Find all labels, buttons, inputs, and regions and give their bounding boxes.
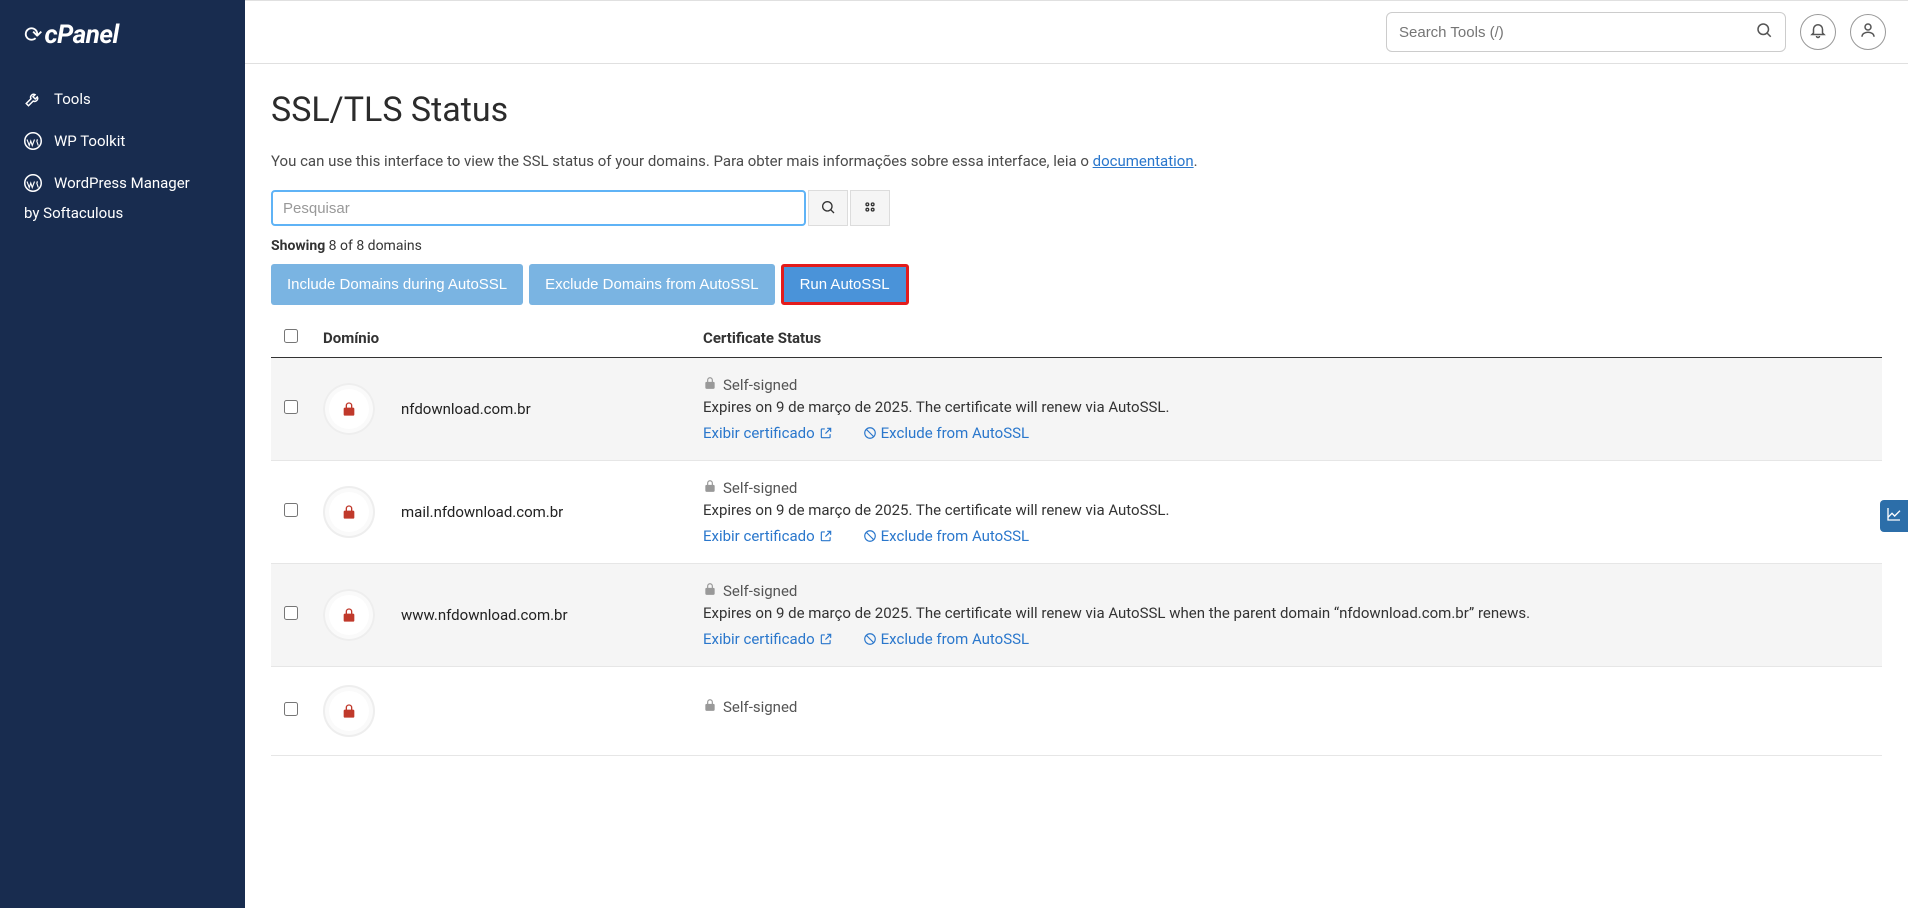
- table-row: www.nfdownload.com.br Self-signed Expire…: [271, 564, 1882, 667]
- expires-text: Expires on 9 de março de 2025. The certi…: [703, 501, 1870, 519]
- lock-icon: [703, 479, 717, 497]
- view-certificate-link[interactable]: Exibir certificado: [703, 424, 833, 442]
- notifications-button[interactable]: [1800, 14, 1836, 50]
- row-checkbox[interactable]: [284, 503, 298, 517]
- domain-name: nfdownload.com.br: [401, 400, 531, 418]
- col-status: Certificate Status: [691, 319, 1882, 358]
- logo-text: cPanel: [44, 20, 118, 50]
- content: SSL/TLS Status You can use this interfac…: [245, 64, 1908, 908]
- chart-icon: [1886, 506, 1902, 526]
- include-domains-button[interactable]: Include Domains during AutoSSL: [271, 264, 523, 305]
- gear-icon: [862, 199, 878, 218]
- filter-row: [271, 190, 1882, 226]
- status-badge: Self-signed: [723, 376, 797, 394]
- exclude-autossl-link[interactable]: Exclude from AutoSSL: [863, 630, 1029, 648]
- search-icon: [820, 199, 836, 218]
- status-badge: Self-signed: [723, 479, 797, 497]
- row-checkbox[interactable]: [284, 606, 298, 620]
- showing-text: Showing 8 of 8 domains: [271, 238, 1882, 254]
- expires-text: Expires on 9 de março de 2025. The certi…: [703, 604, 1870, 622]
- nav-label: WordPress Manager: [54, 174, 190, 192]
- table-row: nfdownload.com.br Self-signed Expires on…: [271, 358, 1882, 461]
- row-checkbox[interactable]: [284, 400, 298, 414]
- header-search[interactable]: [1386, 12, 1786, 52]
- filter-settings-button[interactable]: [850, 190, 890, 226]
- exclude-domains-button[interactable]: Exclude Domains from AutoSSL: [529, 264, 774, 305]
- wordpress-icon: [24, 174, 42, 192]
- col-domain: Domínio: [311, 319, 691, 358]
- select-all-checkbox[interactable]: [284, 329, 298, 343]
- view-certificate-link[interactable]: Exibir certificado: [703, 527, 833, 545]
- showing-count: 8 of 8 domains: [325, 238, 422, 254]
- user-icon: [1859, 21, 1877, 43]
- nav-label: WP Toolkit: [54, 132, 125, 150]
- nav: Tools WP Toolkit WordPress Manager by So…: [0, 70, 245, 238]
- nav-sublabel: by Softaculous: [24, 192, 221, 222]
- expires-text: Expires on 9 de março de 2025. The certi…: [703, 398, 1870, 416]
- page-title: SSL/TLS Status: [271, 90, 1882, 130]
- lock-icon: [323, 685, 375, 737]
- domain-name: mail.nfdownload.com.br: [401, 503, 563, 521]
- tools-icon: [24, 90, 42, 108]
- main: SSL/TLS Status You can use this interfac…: [245, 0, 1908, 908]
- documentation-link[interactable]: documentation: [1093, 152, 1194, 170]
- domains-table: Domínio Certificate Status nfdownload.co…: [271, 319, 1882, 756]
- search-icon: [1755, 21, 1773, 43]
- row-checkbox[interactable]: [284, 702, 298, 716]
- lock-icon: [323, 486, 375, 538]
- nav-label: Tools: [54, 90, 91, 108]
- table-row: Self-signed: [271, 667, 1882, 756]
- table-row: mail.nfdownload.com.br Self-signed Expir…: [271, 461, 1882, 564]
- lock-icon: [703, 582, 717, 600]
- sidebar: ⟳cPanel Tools WP Toolkit Wo: [0, 0, 245, 908]
- col-checkbox: [271, 319, 311, 358]
- run-autossl-button[interactable]: Run AutoSSL: [781, 264, 909, 305]
- lock-icon: [703, 698, 717, 716]
- view-certificate-link[interactable]: Exibir certificado: [703, 630, 833, 648]
- exclude-autossl-link[interactable]: Exclude from AutoSSL: [863, 527, 1029, 545]
- lock-icon: [703, 376, 717, 394]
- intro-text: You can use this interface to view the S…: [271, 152, 1882, 170]
- stats-tab[interactable]: [1880, 500, 1908, 532]
- filter-search-button[interactable]: [808, 190, 848, 226]
- header: [245, 0, 1908, 64]
- showing-label: Showing: [271, 238, 325, 254]
- status-badge: Self-signed: [723, 698, 797, 716]
- status-badge: Self-signed: [723, 582, 797, 600]
- action-buttons: Include Domains during AutoSSL Exclude D…: [271, 264, 1882, 305]
- filter-input[interactable]: [271, 190, 806, 226]
- exclude-autossl-link[interactable]: Exclude from AutoSSL: [863, 424, 1029, 442]
- lock-icon: [323, 589, 375, 641]
- intro-pre: You can use this interface to view the S…: [271, 152, 1093, 170]
- account-button[interactable]: [1850, 14, 1886, 50]
- sidebar-item-tools[interactable]: Tools: [0, 78, 245, 120]
- bell-icon: [1809, 21, 1827, 43]
- logo: ⟳cPanel: [0, 0, 245, 70]
- intro-post: .: [1194, 152, 1198, 170]
- sidebar-item-wp-toolkit[interactable]: WP Toolkit: [0, 120, 245, 162]
- lock-icon: [323, 383, 375, 435]
- domain-name: www.nfdownload.com.br: [401, 606, 568, 624]
- search-input[interactable]: [1399, 24, 1755, 41]
- wordpress-icon: [24, 132, 42, 150]
- sidebar-item-wordpress-manager[interactable]: WordPress Manager by Softaculous: [0, 162, 245, 238]
